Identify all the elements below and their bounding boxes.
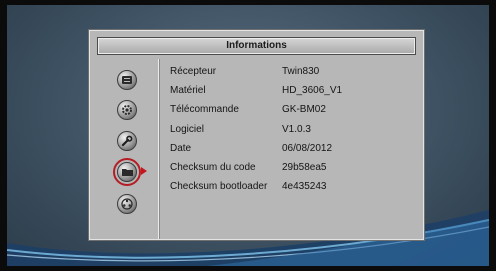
info-value: Twin830	[282, 66, 320, 77]
info-row-receiver: Récepteur Twin830	[170, 65, 415, 79]
film-reel-icon	[117, 194, 137, 214]
menu-sidebar	[90, 59, 159, 239]
info-row-date: Date 06/08/2012	[170, 142, 415, 156]
info-label: Date	[170, 143, 192, 154]
info-row-bootloader-checksum: Checksum bootloader 4e435243	[170, 180, 415, 194]
info-value: HD_3606_V1	[282, 85, 343, 96]
selection-arrow-icon	[141, 167, 147, 175]
informations-dialog: Informations Récepteur Twin830 Matériel …	[89, 30, 424, 240]
menu-item-media[interactable]	[117, 194, 137, 214]
dialog-title: Informations	[97, 37, 416, 55]
info-row-remote: Télécommande GK-BM02	[170, 103, 415, 117]
menu-item-settings[interactable]	[117, 100, 137, 120]
disc-icon	[117, 70, 137, 90]
info-value: 29b58ea5	[282, 162, 327, 173]
info-label: Checksum bootloader	[170, 181, 268, 192]
wrench-icon	[117, 131, 137, 151]
info-value: 4e435243	[282, 181, 327, 192]
menu-item-disc[interactable]	[117, 70, 137, 90]
info-label: Checksum du code	[170, 162, 256, 173]
info-value: GK-BM02	[282, 104, 326, 115]
info-value: 06/08/2012	[282, 143, 333, 154]
info-row-software: Logiciel V1.0.3	[170, 123, 415, 137]
menu-item-information[interactable]	[113, 158, 147, 186]
info-row-hardware: Matériel HD_3606_V1	[170, 84, 415, 98]
menu-item-tools[interactable]	[117, 131, 137, 151]
folder-icon	[117, 162, 137, 182]
gear-icon	[117, 100, 137, 120]
info-label: Logiciel	[170, 124, 204, 135]
tv-screen: Informations Récepteur Twin830 Matériel …	[7, 5, 489, 266]
info-label: Télécommande	[170, 104, 239, 115]
info-value: V1.0.3	[282, 124, 311, 135]
info-row-code-checksum: Checksum du code 29b58ea5	[170, 161, 415, 175]
info-label: Matériel	[170, 85, 206, 96]
info-label: Récepteur	[170, 66, 217, 77]
